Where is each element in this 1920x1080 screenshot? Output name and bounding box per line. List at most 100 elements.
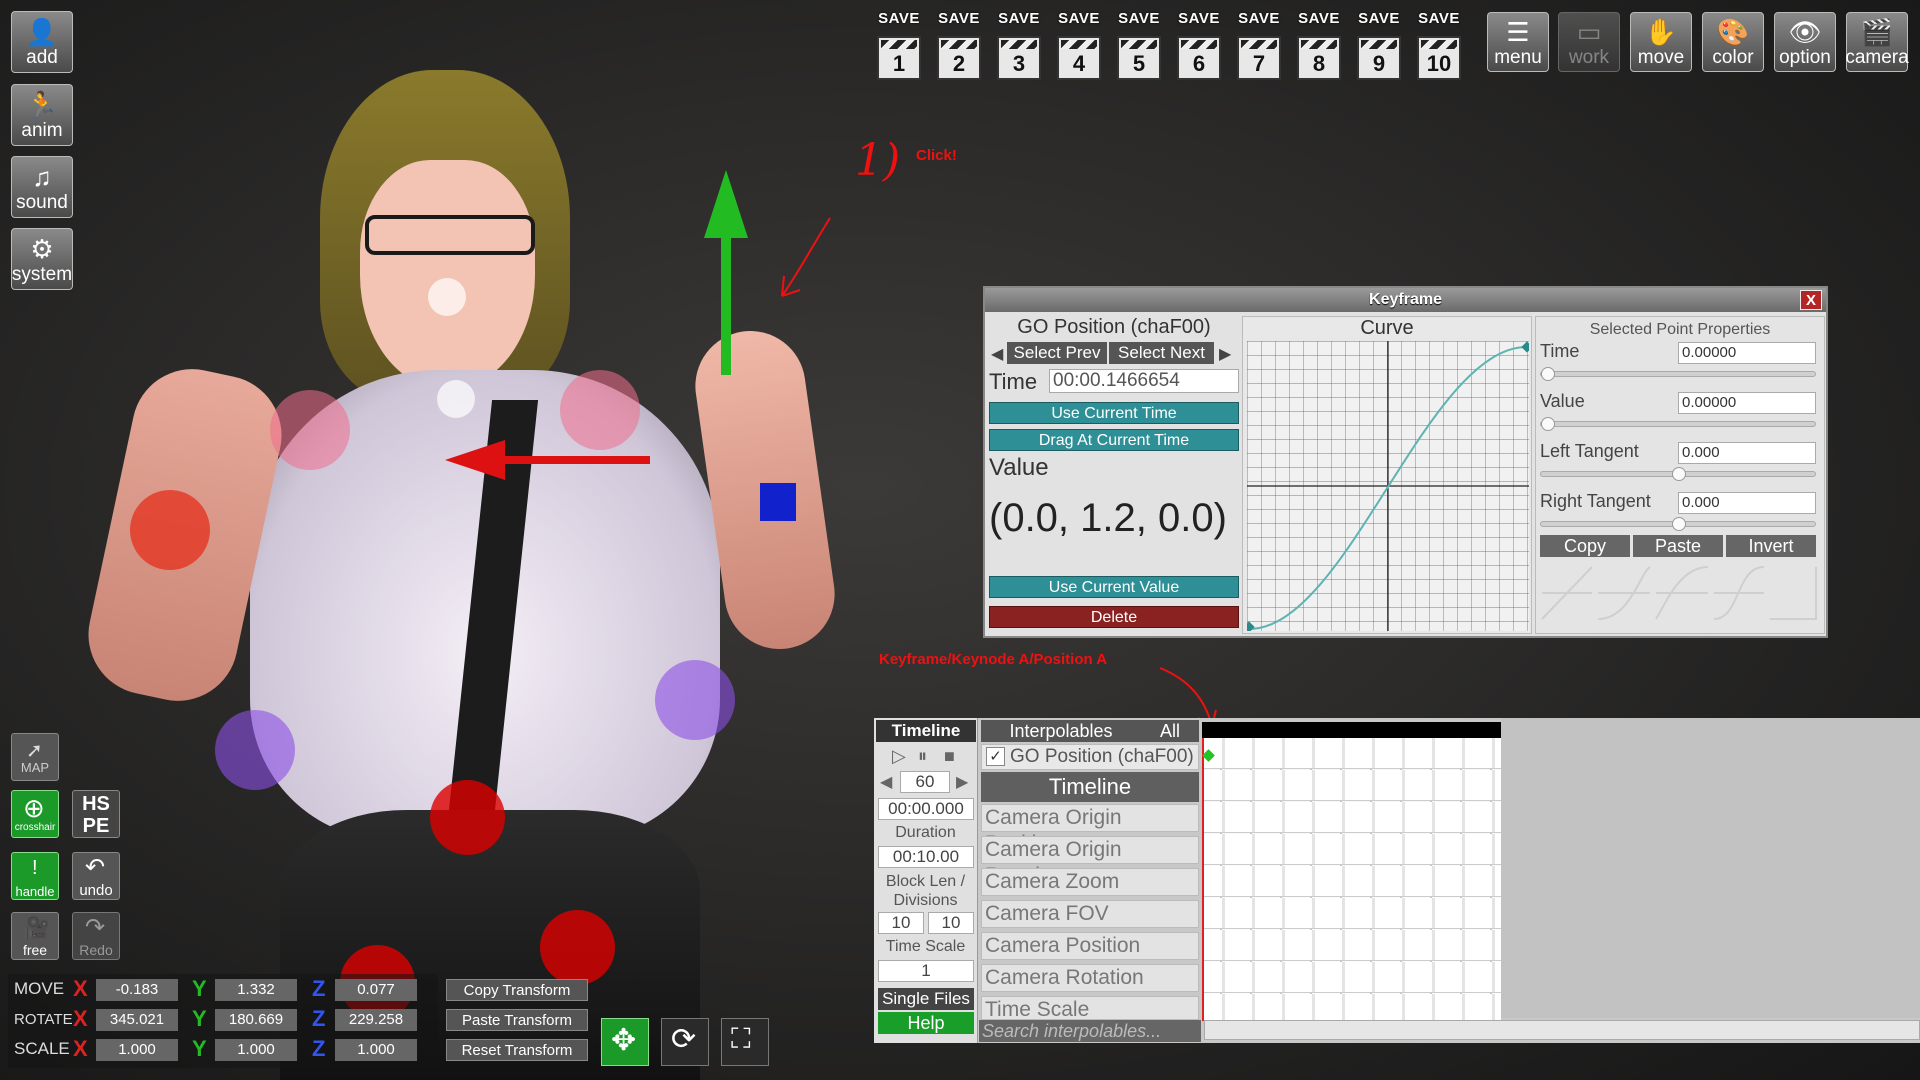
save-slot-7[interactable]: SAVE 7 [1234, 10, 1284, 84]
timeline-scrollbar[interactable] [1204, 1020, 1920, 1040]
slider-knob[interactable] [1541, 417, 1555, 431]
crosshair-button[interactable]: ⊕ crosshair [11, 790, 59, 838]
prop-right-tangent-field[interactable]: 0.000 [1678, 492, 1816, 514]
close-button[interactable]: X [1800, 290, 1822, 310]
interpolable-item[interactable]: Camera Origin Position [981, 804, 1199, 855]
color-button[interactable]: 🎨 color [1702, 12, 1764, 72]
handle-button[interactable]: ! handle [11, 852, 59, 900]
duration-field[interactable]: 00:10.00 [878, 846, 974, 868]
rotate-z-field[interactable]: 229.258 [335, 1009, 417, 1031]
time-scale-field[interactable]: 1 [878, 960, 974, 982]
anim-button[interactable]: 🏃 anim [11, 84, 73, 146]
curve-graph[interactable] [1247, 341, 1529, 631]
save-slot-6[interactable]: SAVE 6 [1174, 10, 1224, 84]
value-slider[interactable] [1540, 417, 1816, 431]
bone-marker[interactable] [215, 710, 295, 790]
prop-time-field[interactable]: 0.00000 [1678, 342, 1816, 364]
current-time-field[interactable]: 00:00.000 [878, 798, 974, 820]
divisions-field[interactable]: 10 [928, 912, 974, 934]
drag-at-current-time-button[interactable]: Drag At Current Time [989, 429, 1239, 451]
save-slot-4[interactable]: SAVE 4 [1054, 10, 1104, 84]
single-files-button[interactable]: Single Files [878, 988, 974, 1010]
move-mode-button[interactable]: ✥ [601, 1018, 649, 1066]
paste-button[interactable]: Paste [1633, 535, 1723, 557]
move-x-field[interactable]: -0.183 [96, 979, 178, 1001]
sound-button[interactable]: ♫ sound [11, 156, 73, 218]
move-button[interactable]: ✋ move [1630, 12, 1692, 72]
bone-marker[interactable] [540, 910, 615, 985]
block-len-field[interactable]: 10 [878, 912, 924, 934]
scale-z-field[interactable]: 1.000 [335, 1039, 417, 1061]
add-button[interactable]: 👤 add [11, 11, 73, 73]
bone-marker[interactable] [270, 390, 350, 470]
interpolable-item[interactable]: Camera Position [981, 932, 1199, 960]
invert-button[interactable]: Invert [1726, 535, 1816, 557]
map-button[interactable]: ➚ MAP [11, 733, 59, 781]
option-button[interactable]: 👁 option [1774, 12, 1836, 72]
reset-transform-button[interactable]: Reset Transform [446, 1039, 588, 1061]
tab-interpolables[interactable]: Interpolables [981, 720, 1141, 742]
playhead[interactable] [1202, 738, 1204, 1021]
gizmo-z-handle[interactable] [760, 483, 796, 521]
gizmo-x-axis[interactable] [500, 456, 650, 464]
move-z-field[interactable]: 0.077 [335, 979, 417, 1001]
gizmo-x-arrowhead-icon[interactable] [445, 440, 505, 480]
tab-all[interactable]: All [1141, 720, 1199, 742]
bone-marker[interactable] [560, 370, 640, 450]
save-slot-10[interactable]: SAVE 10 [1414, 10, 1464, 84]
go-position-row[interactable]: ✓ GO Position (chaF00) [981, 744, 1199, 770]
bone-marker[interactable] [655, 660, 735, 740]
timeline-group-header[interactable]: Timeline [981, 772, 1199, 802]
interpolable-item[interactable]: Camera Rotation [981, 964, 1199, 992]
prev-arrow-icon[interactable]: ◀ [991, 344, 1003, 364]
bone-marker[interactable] [130, 490, 210, 570]
rotate-mode-button[interactable]: ⟳ [661, 1018, 709, 1066]
frame-forward-icon[interactable]: ▶ [956, 772, 968, 792]
undo-button[interactable]: ↶ undo [72, 852, 120, 900]
slider-knob[interactable] [1672, 517, 1686, 531]
system-button[interactable]: ⚙ system [11, 228, 73, 290]
save-slot-9[interactable]: SAVE 9 [1354, 10, 1404, 84]
pause-icon[interactable]: ⏸ [918, 746, 927, 767]
frame-back-icon[interactable]: ◀ [880, 772, 892, 792]
curve-editor[interactable]: Curve [1242, 316, 1532, 634]
interpolable-item[interactable]: Camera FOV [981, 900, 1199, 928]
save-slot-2[interactable]: SAVE 2 [934, 10, 984, 84]
save-slot-5[interactable]: SAVE 5 [1114, 10, 1164, 84]
next-arrow-icon[interactable]: ▶ [1219, 344, 1231, 364]
search-input[interactable]: Search interpolables... [979, 1020, 1201, 1042]
left-tangent-slider[interactable] [1540, 467, 1816, 481]
timeline-grid[interactable] [1202, 738, 1501, 1021]
save-slot-8[interactable]: SAVE 8 [1294, 10, 1344, 84]
bone-marker[interactable] [428, 278, 466, 316]
gizmo-y-arrowhead-icon[interactable] [704, 170, 748, 238]
tab-timeline[interactable]: Timeline [876, 720, 976, 742]
work-button[interactable]: ▭ work [1558, 12, 1620, 72]
prop-value-field[interactable]: 0.00000 [1678, 392, 1816, 414]
select-next-button[interactable]: Select Next [1109, 342, 1214, 364]
scale-y-field[interactable]: 1.000 [215, 1039, 297, 1061]
rotate-x-field[interactable]: 345.021 [96, 1009, 178, 1031]
select-prev-button[interactable]: Select Prev [1007, 342, 1107, 364]
rotate-y-field[interactable]: 180.669 [215, 1009, 297, 1031]
play-icon[interactable]: ▷ [892, 746, 906, 767]
curve-presets[interactable] [1540, 563, 1820, 623]
time-field[interactable]: 00:00.1466654 [1049, 369, 1239, 393]
move-y-field[interactable]: 1.332 [215, 979, 297, 1001]
prop-left-tangent-field[interactable]: 0.000 [1678, 442, 1816, 464]
interpolable-item[interactable]: Time Scale [981, 996, 1199, 1020]
right-tangent-slider[interactable] [1540, 517, 1816, 531]
copy-transform-button[interactable]: Copy Transform [446, 979, 588, 1001]
camera-button[interactable]: 🎬 camera [1845, 12, 1909, 72]
hspe-button[interactable]: HS PE [72, 790, 120, 838]
save-slot-1[interactable]: SAVE 1 [874, 10, 924, 84]
fps-field[interactable]: 60 [900, 771, 950, 793]
bone-marker[interactable] [430, 780, 505, 855]
bone-marker[interactable] [437, 380, 475, 418]
menu-button[interactable]: ☰ menu [1487, 12, 1549, 72]
help-button[interactable]: Help [878, 1012, 974, 1034]
slider-knob[interactable] [1541, 367, 1555, 381]
interpolable-item[interactable]: Camera Zoom [981, 868, 1199, 896]
time-slider[interactable] [1540, 367, 1816, 381]
interpolable-item[interactable]: Camera Origin Rotation [981, 836, 1199, 887]
